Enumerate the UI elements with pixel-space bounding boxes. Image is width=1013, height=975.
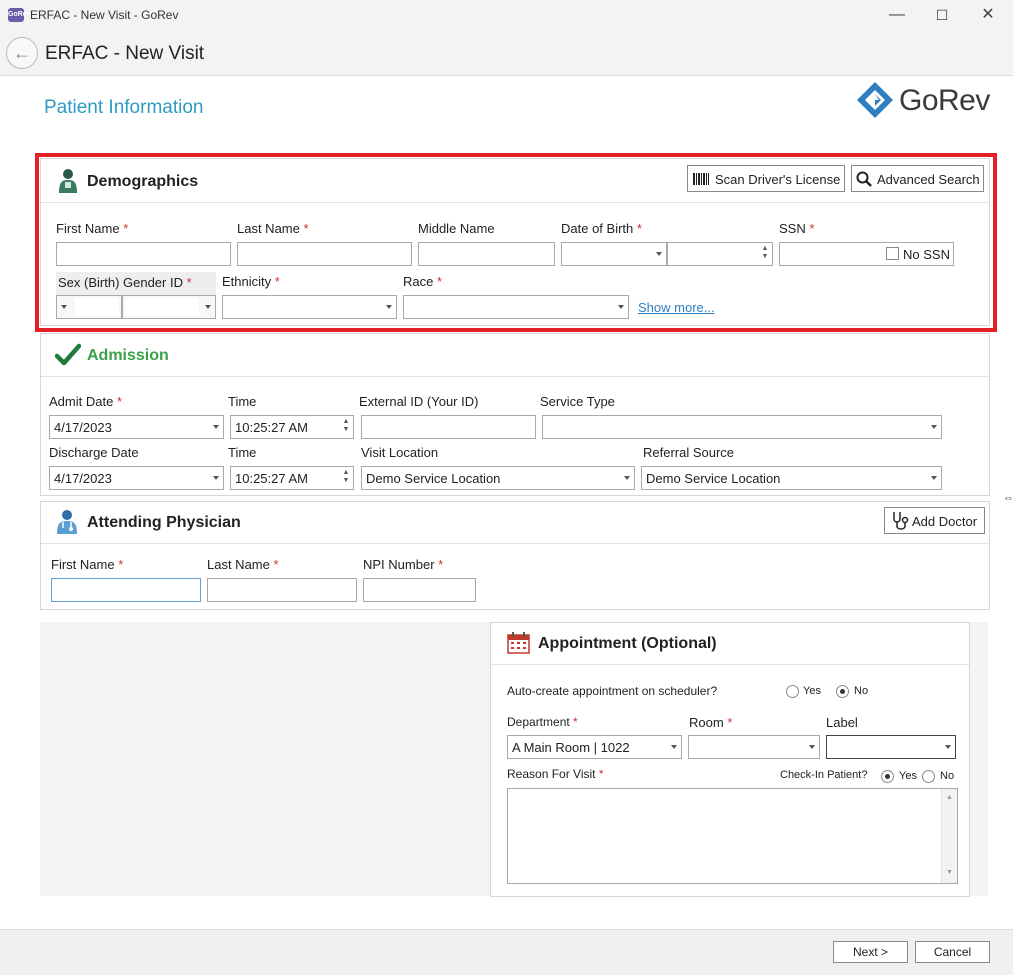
visit-location-label: Visit Location — [361, 445, 439, 460]
admission-title: Admission — [87, 347, 169, 364]
chevron-down-icon — [213, 425, 219, 429]
resize-cursor-icon: ⇔ — [1003, 492, 1013, 504]
minimize-icon[interactable]: — — [887, 5, 907, 25]
service-type-dropdown[interactable] — [542, 415, 942, 439]
checkin-no-radio[interactable] — [922, 770, 935, 783]
next-button[interactable]: Next > — [833, 941, 908, 963]
department-dropdown[interactable]: A Main Room | 1022 — [507, 735, 682, 759]
calendar-icon — [507, 632, 530, 654]
window-title: ERFAC - New Visit - GoRev — [30, 8, 179, 22]
physician-first-name-label: First Name * — [51, 557, 124, 572]
department-value: A Main Room | 1022 — [512, 740, 630, 755]
scrollbar[interactable]: ▲ ▼ — [941, 789, 957, 883]
appointment-title: Appointment (Optional) — [538, 635, 717, 652]
room-dropdown[interactable] — [688, 735, 820, 759]
spinner-icon[interactable]: ▲ ▼ — [342, 418, 350, 434]
admit-date-dropdown[interactable]: 4/17/2023 — [49, 415, 224, 439]
gorev-logo-icon — [857, 82, 893, 118]
admit-date-value: 4/17/2023 — [54, 420, 112, 435]
discharge-time-stepper[interactable]: 10:25:27 AM ▲ ▼ — [230, 466, 354, 490]
app-icon: GoRev — [8, 8, 31, 22]
physician-last-name-label: Last Name * — [207, 557, 279, 572]
label-dropdown[interactable] — [826, 735, 956, 759]
discharge-date-label: Discharge Date — [49, 445, 139, 460]
auto-create-label: Auto-create appointment on scheduler? — [507, 684, 718, 698]
window-titlebar: GoRev ERFAC - New Visit - GoRev — ☐ ✕ — [0, 0, 1013, 31]
auto-create-yes-label: Yes — [803, 685, 821, 697]
checkin-yes-label: Yes — [899, 770, 917, 782]
cancel-button[interactable]: Cancel — [915, 941, 990, 963]
chevron-down-icon — [671, 745, 677, 749]
scroll-up-icon[interactable]: ▲ — [946, 794, 953, 801]
auto-create-no-label: No — [854, 685, 869, 697]
admit-date-label: Admit Date * — [49, 394, 122, 409]
highlight-frame — [35, 153, 997, 332]
npi-input[interactable] — [363, 578, 476, 602]
auto-create-yes-radio[interactable] — [786, 685, 799, 698]
referral-source-dropdown[interactable]: Demo Service Location — [641, 466, 942, 490]
department-label: Department * — [507, 715, 578, 729]
section-title: Patient Information — [44, 97, 204, 118]
external-id-input[interactable] — [361, 415, 536, 439]
admit-time-value: 10:25:27 AM — [235, 420, 308, 435]
scroll-down-icon[interactable]: ▼ — [946, 869, 953, 876]
physician-first-name-input[interactable] — [51, 578, 201, 602]
visit-location-dropdown[interactable]: Demo Service Location — [361, 466, 635, 490]
service-type-label: Service Type — [540, 394, 615, 409]
auto-create-no-radio[interactable] — [836, 685, 849, 698]
discharge-time-label: Time — [228, 445, 257, 460]
chevron-down-icon — [213, 476, 219, 480]
page-title: ERFAC - New Visit — [45, 43, 205, 64]
admit-time-stepper[interactable]: 10:25:27 AM ▲ ▼ — [230, 415, 354, 439]
reason-textarea[interactable]: ▲ ▼ — [507, 788, 958, 884]
add-doctor-label: Add Doctor — [912, 514, 978, 529]
chevron-down-icon — [945, 745, 951, 749]
checkmark-icon — [55, 343, 81, 366]
maximize-icon[interactable]: ☐ — [932, 5, 952, 25]
external-id-label: External ID (Your ID) — [359, 394, 479, 409]
visit-location-value: Demo Service Location — [366, 471, 501, 486]
reason-label: Reason For Visit * — [507, 767, 604, 781]
checkin-no-label: No — [940, 770, 955, 782]
doctor-icon — [57, 510, 77, 534]
add-doctor-button[interactable]: Add Doctor — [884, 507, 985, 534]
discharge-date-value: 4/17/2023 — [54, 471, 112, 486]
physician-last-name-input[interactable] — [207, 578, 357, 602]
discharge-date-dropdown[interactable]: 4/17/2023 — [49, 466, 224, 490]
divider — [41, 376, 989, 377]
discharge-time-value: 10:25:27 AM — [235, 471, 308, 486]
chevron-down-icon — [931, 425, 937, 429]
referral-source-label: Referral Source — [643, 445, 735, 460]
checkin-yes-radio[interactable] — [881, 770, 894, 783]
spinner-icon[interactable]: ▲ ▼ — [342, 469, 350, 485]
stethoscope-icon — [893, 512, 909, 530]
referral-source-value: Demo Service Location — [646, 471, 781, 486]
admit-time-label: Time — [228, 394, 257, 409]
chevron-down-icon — [809, 745, 815, 749]
close-icon[interactable]: ✕ — [978, 5, 998, 25]
chevron-down-icon — [624, 476, 630, 480]
logo-text: GoRev — [899, 84, 990, 117]
npi-label: NPI Number * — [363, 557, 444, 572]
divider — [491, 664, 969, 665]
back-button[interactable]: ← — [6, 37, 38, 69]
room-label: Room * — [689, 715, 733, 730]
physician-title: Attending Physician — [87, 514, 241, 531]
logo: GoRev — [857, 80, 997, 120]
chevron-down-icon — [931, 476, 937, 480]
checkin-label: Check-In Patient? — [780, 769, 868, 781]
label-label: Label — [826, 715, 858, 730]
header-bar: ← ERFAC - New Visit — [0, 31, 1013, 76]
divider — [41, 543, 989, 544]
